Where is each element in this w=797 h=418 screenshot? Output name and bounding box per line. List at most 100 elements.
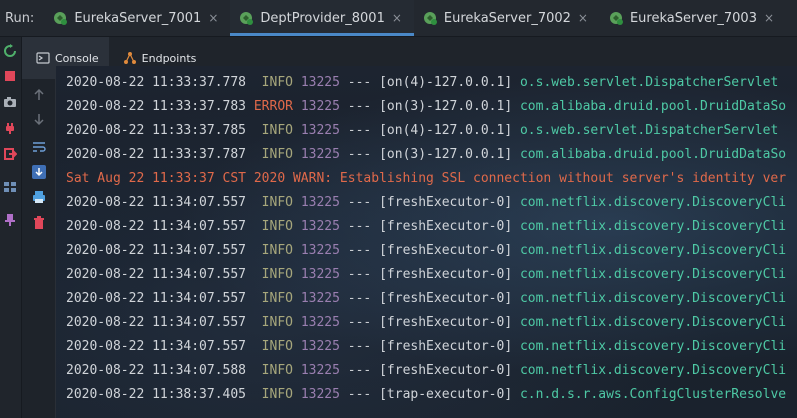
- log-thread: [freshExecutor-0]: [379, 219, 513, 234]
- log-logger: com.netflix.discovery.DiscoveryCli: [519, 339, 787, 354]
- log-thread: [freshExecutor-0]: [379, 267, 513, 282]
- log-separator: ---: [347, 99, 372, 114]
- log-thread: [trap-executor-0]: [379, 387, 513, 402]
- log-logger: com.netflix.discovery.DiscoveryCli: [519, 363, 787, 378]
- soft-wrap-icon[interactable]: [31, 139, 47, 155]
- log-level: INFO: [261, 147, 293, 162]
- log-pid: 13225: [300, 123, 340, 138]
- log-level: INFO: [261, 123, 293, 138]
- log-thread: [freshExecutor-0]: [379, 315, 513, 330]
- log-thread: [freshExecutor-0]: [379, 363, 513, 378]
- log-pid: 13225: [300, 315, 340, 330]
- log-thread: [freshExecutor-0]: [379, 243, 513, 258]
- plug-icon[interactable]: [3, 121, 17, 135]
- log-thread: [freshExecutor-0]: [379, 291, 513, 306]
- log-line: 2020-08-22 11:33:37.787 INFO 13225 --- […: [66, 143, 797, 167]
- tab-eurekaserver-7001[interactable]: EurekaServer_7001 ×: [44, 0, 230, 36]
- log-timestamp: 2020-08-22 11:38:37.405: [66, 387, 247, 402]
- console-output[interactable]: 2020-08-22 11:33:37.778 INFO 13225 --- […: [56, 66, 797, 418]
- close-icon[interactable]: ×: [392, 11, 402, 25]
- spring-boot-run-icon: [54, 12, 68, 25]
- log-logger: o.s.web.servlet.DispatcherServlet: [519, 123, 779, 138]
- close-icon[interactable]: ×: [764, 11, 774, 25]
- log-separator: ---: [347, 387, 372, 402]
- log-line: 2020-08-22 11:33:37.778 INFO 13225 --- […: [66, 71, 797, 95]
- log-line: 2020-08-22 11:33:37.783 ERROR 13225 --- …: [66, 95, 797, 119]
- log-line: 2020-08-22 11:34:07.588 INFO 13225 --- […: [66, 359, 797, 383]
- log-level: INFO: [261, 363, 293, 378]
- log-level: INFO: [261, 339, 293, 354]
- log-line: 2020-08-22 11:34:07.557 INFO 13225 --- […: [66, 239, 797, 263]
- log-logger: com.netflix.discovery.DiscoveryCli: [519, 315, 787, 330]
- close-icon[interactable]: ×: [208, 11, 218, 25]
- log-pid: 13225: [300, 243, 340, 258]
- log-level: ERROR: [253, 99, 293, 114]
- layout-icon[interactable]: [3, 180, 17, 194]
- rerun-icon[interactable]: [3, 44, 17, 58]
- log-line: 2020-08-22 11:34:07.557 INFO 13225 --- […: [66, 335, 797, 359]
- down-arrow-icon[interactable]: [31, 111, 47, 127]
- log-logger: com.netflix.discovery.DiscoveryCli: [519, 291, 787, 306]
- log-separator: ---: [347, 363, 372, 378]
- log-lines: 2020-08-22 11:33:37.778 INFO 13225 --- […: [66, 71, 797, 407]
- scroll-to-end-icon[interactable]: [31, 164, 47, 180]
- log-thread: [freshExecutor-0]: [379, 195, 513, 210]
- log-level: INFO: [261, 387, 293, 402]
- log-level: INFO: [261, 267, 293, 282]
- log-line: 2020-08-22 11:33:37.785 INFO 13225 --- […: [66, 119, 797, 143]
- log-separator: ---: [347, 75, 372, 90]
- log-line: 2020-08-22 11:34:07.557 INFO 13225 --- […: [66, 287, 797, 311]
- print-icon[interactable]: [31, 189, 47, 205]
- log-separator: ---: [347, 267, 372, 282]
- spring-boot-run-icon: [240, 12, 254, 25]
- log-level: INFO: [261, 315, 293, 330]
- log-timestamp: 2020-08-22 11:34:07.557: [66, 291, 247, 306]
- log-timestamp: 2020-08-22 11:34:07.557: [66, 315, 247, 330]
- log-timestamp: 2020-08-22 11:34:07.557: [66, 195, 247, 210]
- tab-deptprovider-8001[interactable]: DeptProvider_8001 ×: [230, 0, 414, 36]
- tab-label: EurekaServer_7001: [74, 10, 202, 26]
- endpoints-icon: [123, 52, 136, 64]
- log-logger: com.netflix.discovery.DiscoveryCli: [519, 267, 787, 282]
- log-line: 2020-08-22 11:34:07.557 INFO 13225 --- […: [66, 191, 797, 215]
- stop-icon[interactable]: [3, 69, 17, 83]
- pin-icon[interactable]: [3, 213, 17, 227]
- log-level: INFO: [261, 243, 293, 258]
- log-timestamp: 2020-08-22 11:34:07.557: [66, 339, 247, 354]
- log-level: INFO: [261, 75, 293, 90]
- log-timestamp: 2020-08-22 11:34:07.557: [66, 243, 247, 258]
- log-logger: com.netflix.discovery.DiscoveryCli: [519, 243, 787, 258]
- log-separator: ---: [347, 243, 372, 258]
- log-timestamp: 2020-08-22 11:34:07.588: [66, 363, 247, 378]
- log-warning-text: Sat Aug 22 11:33:37 CST 2020 WARN: Estab…: [66, 171, 787, 186]
- log-logger: com.netflix.discovery.DiscoveryCli: [519, 195, 787, 210]
- log-separator: ---: [347, 123, 372, 138]
- camera-icon[interactable]: [3, 95, 17, 109]
- tab-eurekaserver-7002[interactable]: EurekaServer_7002 ×: [414, 0, 600, 36]
- log-timestamp: 2020-08-22 11:33:37.778: [66, 75, 247, 90]
- tab-label: EurekaServer_7002: [443, 10, 571, 26]
- up-arrow-icon[interactable]: [31, 87, 47, 103]
- log-pid: 13225: [300, 363, 340, 378]
- tab-eurekaserver-7003[interactable]: EurekaServer_7003 ×: [600, 0, 786, 36]
- log-separator: ---: [347, 315, 372, 330]
- log-timestamp: 2020-08-22 11:33:37.787: [66, 147, 247, 162]
- log-separator: ---: [347, 219, 372, 234]
- log-level: INFO: [261, 195, 293, 210]
- log-line: 2020-08-22 11:34:07.557 INFO 13225 --- […: [66, 311, 797, 335]
- log-pid: 13225: [300, 219, 340, 234]
- log-level: INFO: [261, 219, 293, 234]
- log-pid: 13225: [300, 99, 340, 114]
- log-logger: com.netflix.discovery.DiscoveryCli: [519, 219, 787, 234]
- exit-icon[interactable]: [3, 147, 17, 161]
- log-line: 2020-08-22 11:34:07.557 INFO 13225 --- […: [66, 263, 797, 287]
- log-separator: ---: [347, 291, 372, 306]
- tab-endpoints-label: Endpoints: [141, 51, 197, 65]
- log-thread: [on(3)-127.0.0.1]: [379, 99, 513, 114]
- close-icon[interactable]: ×: [578, 11, 588, 25]
- log-pid: 13225: [300, 75, 340, 90]
- tab-console-label: Console: [55, 51, 99, 65]
- trash-icon[interactable]: [31, 215, 47, 231]
- log-pid: 13225: [300, 291, 340, 306]
- log-pid: 13225: [300, 267, 340, 282]
